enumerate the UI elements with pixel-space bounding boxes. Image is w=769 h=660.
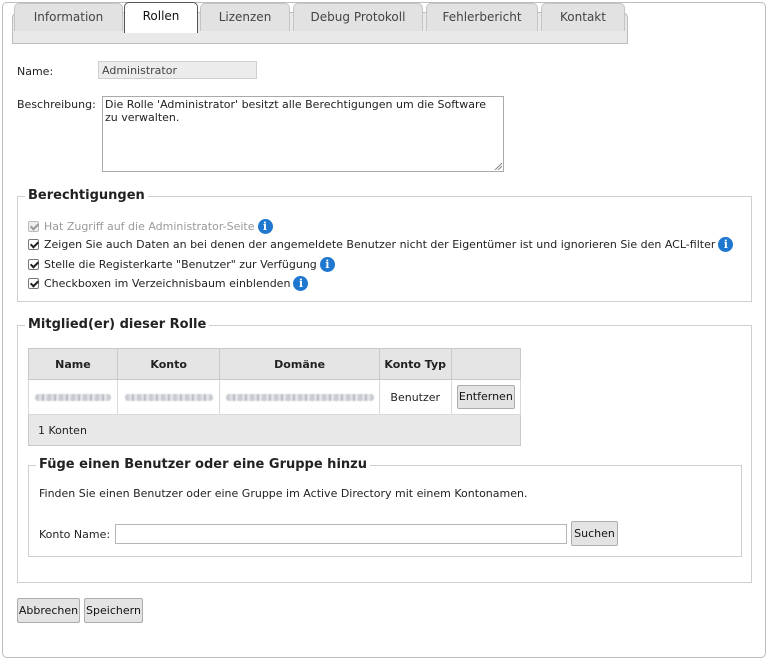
permission-row: Stelle die Registerkarte "Benutzer" zur …	[28, 256, 335, 272]
info-icon[interactable]: i	[319, 256, 335, 272]
name-field[interactable]: Administrator	[98, 61, 257, 79]
account-name-label: Konto Name:	[39, 528, 111, 541]
column-header-konto: Konto	[116, 348, 221, 380]
permission-row: Hat Zugriff auf die Administrator-Seite …	[28, 218, 273, 234]
permission-row: Zeigen Sie auch Daten an bei denen der a…	[28, 236, 734, 252]
permission-checkbox-admin-page	[28, 220, 39, 232]
column-header-actions	[450, 348, 522, 380]
members-legend: Mitglied(er) dieser Rolle	[25, 317, 210, 332]
add-member-legend: Füge einen Benutzer oder eine Gruppe hin…	[36, 457, 370, 472]
tab-fehlerbericht[interactable]: Fehlerbericht	[426, 3, 538, 31]
description-label: Beschreibung:	[17, 98, 96, 111]
column-header-name: Name	[28, 348, 118, 380]
info-icon[interactable]: i	[293, 275, 309, 291]
permission-label: Stelle die Registerkarte "Benutzer" zur …	[44, 257, 317, 271]
members-table: Name Konto Domäne Konto Typ Benutzer Ent…	[28, 348, 522, 446]
cancel-button[interactable]: Abbrechen	[17, 598, 80, 623]
column-header-konto-typ: Konto Typ	[378, 348, 452, 380]
description-text: Die Rolle 'Administrator' besitzt alle B…	[105, 98, 486, 124]
tab-rollen[interactable]: Rollen	[124, 2, 198, 33]
members-count: 1 Konten	[28, 414, 521, 446]
member-actions-cell: Entfernen	[450, 379, 522, 415]
tab-debug-protokoll[interactable]: Debug Protokoll	[293, 3, 423, 31]
permission-checkbox-tree-checkboxes[interactable]	[28, 277, 39, 289]
info-icon[interactable]: i	[718, 236, 734, 252]
table-header-row: Name Konto Domäne Konto Typ	[28, 348, 522, 380]
resize-grip-icon[interactable]	[494, 162, 502, 170]
permission-checkbox-ignore-acl[interactable]	[28, 238, 39, 250]
table-row: Benutzer Entfernen	[28, 379, 522, 415]
search-button[interactable]: Suchen	[571, 521, 618, 546]
column-header-domaene: Domäne	[219, 348, 380, 380]
save-button[interactable]: Speichern	[84, 598, 143, 623]
member-name-redacted	[28, 379, 118, 415]
member-domain-redacted	[219, 379, 380, 415]
name-label: Name:	[17, 65, 54, 78]
permission-label: Checkboxen im Verzeichnisbaum einblenden	[44, 276, 291, 290]
tab-information[interactable]: Information	[14, 3, 123, 31]
add-member-hint: Finden Sie einen Benutzer oder eine Grup…	[39, 487, 528, 500]
permission-row: Checkboxen im Verzeichnisbaum einblenden…	[28, 275, 309, 291]
remove-member-button[interactable]: Entfernen	[456, 385, 515, 409]
permission-label: Zeigen Sie auch Daten an bei denen der a…	[44, 237, 716, 251]
permissions-legend: Berechtigungen	[25, 188, 148, 203]
info-icon[interactable]: i	[257, 218, 273, 234]
description-textarea[interactable]: Die Rolle 'Administrator' besitzt alle B…	[102, 96, 504, 172]
permission-label: Hat Zugriff auf die Administrator-Seite	[44, 219, 255, 233]
tab-lizenzen[interactable]: Lizenzen	[200, 3, 290, 31]
permission-checkbox-user-tab[interactable]	[28, 258, 39, 270]
member-account-redacted	[116, 379, 221, 415]
account-name-input[interactable]	[115, 524, 567, 544]
tab-kontakt[interactable]: Kontakt	[541, 3, 625, 31]
member-type: Benutzer	[378, 379, 452, 415]
table-footer-row: 1 Konten	[28, 414, 521, 446]
